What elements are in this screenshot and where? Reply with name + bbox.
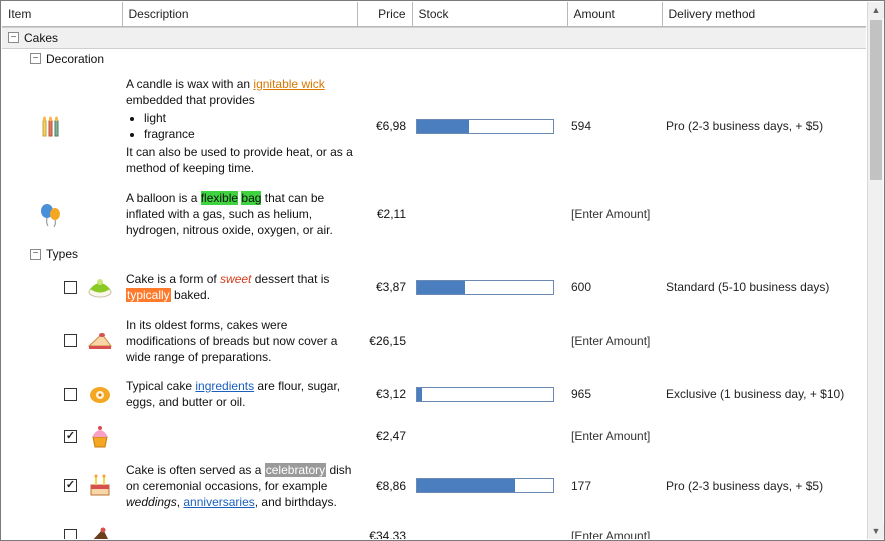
cell-item <box>2 109 122 143</box>
cell-amount[interactable]: 965 <box>567 385 662 403</box>
cell-description: A candle is wax with an ignitable wick e… <box>122 70 357 183</box>
cell-delivery[interactable] <box>662 212 866 216</box>
cell-description: In its oldest forms, cakes were modifica… <box>122 311 357 372</box>
cell-amount[interactable]: [Enter Amount] <box>567 527 662 539</box>
table-row: €34,33 [Enter Amount] <box>2 516 866 539</box>
cell-price: €2,47 <box>357 427 412 445</box>
cell-item <box>2 197 122 231</box>
cell-price: €3,12 <box>357 385 412 403</box>
cell-amount[interactable]: 177 <box>567 477 662 495</box>
table-row: Cake is a form of sweet dessert that is … <box>2 264 866 309</box>
table-row: In its oldest forms, cakes were modifica… <box>2 310 866 372</box>
cell-price: €34,33 <box>357 527 412 539</box>
cell-price: €2,11 <box>357 205 412 223</box>
scroll-up-icon[interactable]: ▲ <box>868 2 884 18</box>
grid-frame: Item Description Price Stock Amount Deli… <box>0 0 885 541</box>
table-row: €2,47 [Enter Amount] <box>2 417 866 455</box>
scroll-thumb[interactable] <box>870 20 882 180</box>
grid-body: − Cakes − Decoration A candle is wax <box>2 27 866 540</box>
link-ingredients[interactable]: ingredients <box>195 379 254 393</box>
cell-delivery[interactable]: Exclusive (1 business day, + $10) <box>662 385 866 403</box>
stock-bar <box>416 478 554 493</box>
cell-stock <box>412 278 567 297</box>
cell-amount[interactable]: [Enter Amount] <box>567 427 662 445</box>
expand-icon[interactable]: − <box>30 249 41 260</box>
cell-description: Cake is often served as a celebratory di… <box>122 456 357 517</box>
checkbox[interactable] <box>64 281 77 294</box>
cell-delivery[interactable]: Pro (2-3 business days, + $5) <box>662 117 866 135</box>
cupcake-icon <box>85 421 115 451</box>
group-row-decoration[interactable]: − Decoration <box>2 49 866 69</box>
column-header-item[interactable]: Item <box>2 2 122 26</box>
cell-description: Cake is a form of sweet dessert that is … <box>122 265 357 309</box>
highlight: flexible <box>201 191 238 205</box>
column-header-delivery[interactable]: Delivery method <box>662 2 866 26</box>
scroll-down-icon[interactable]: ▼ <box>868 523 884 539</box>
group-label: Types <box>46 247 78 261</box>
vertical-scrollbar[interactable]: ▲ ▼ <box>867 2 883 539</box>
list-item: light <box>144 110 353 126</box>
cell-price: €3,87 <box>357 278 412 296</box>
list-item: fragrance <box>144 126 353 142</box>
cell-price: €8,86 <box>357 477 412 495</box>
cell-description: A balloon is a flexible bag that can be … <box>122 184 357 245</box>
checkbox[interactable] <box>64 479 77 492</box>
expand-icon[interactable]: − <box>8 32 19 43</box>
group-label: Cakes <box>24 31 58 45</box>
choco-cake-icon <box>85 521 115 539</box>
table-row: Cake is often served as a celebratory di… <box>2 455 866 517</box>
stock-bar <box>416 119 554 134</box>
group-row-cakes[interactable]: − Cakes <box>2 27 866 49</box>
column-header-description[interactable]: Description <box>122 2 357 26</box>
column-header-stock[interactable]: Stock <box>412 2 567 26</box>
cell-price: €26,15 <box>357 332 412 350</box>
column-header-amount[interactable]: Amount <box>567 2 662 26</box>
cell-item <box>2 270 122 304</box>
table-row: A balloon is a flexible bag that can be … <box>2 183 866 245</box>
cell-amount[interactable]: [Enter Amount] <box>567 332 662 350</box>
grid-header: Item Description Price Stock Amount Deli… <box>2 2 866 27</box>
table-row: A candle is wax with an ignitable wick e… <box>2 69 866 183</box>
cell-stock <box>412 212 567 216</box>
stock-bar <box>416 280 554 295</box>
table-row: Typical cake ingredients are flour, suga… <box>2 371 866 416</box>
highlight: bag <box>241 191 261 205</box>
group-row-types[interactable]: − Types <box>2 244 866 264</box>
grid-viewport: Item Description Price Stock Amount Deli… <box>2 2 866 539</box>
link-anniversaries[interactable]: anniversaries <box>183 495 254 509</box>
cell-stock <box>412 117 567 136</box>
stock-fill <box>417 120 469 133</box>
cell-description: Typical cake ingredients are flour, suga… <box>122 372 357 416</box>
expand-icon[interactable]: − <box>30 53 41 64</box>
cake-slice-icon <box>85 326 115 356</box>
cell-delivery[interactable]: Standard (5-10 business days) <box>662 278 866 296</box>
cell-delivery[interactable]: Pro (2-3 business days, + $5) <box>662 477 866 495</box>
cell-amount[interactable]: [Enter Amount] <box>567 205 662 223</box>
cell-amount[interactable]: 600 <box>567 278 662 296</box>
birthday-cake-icon <box>85 471 115 501</box>
checkbox[interactable] <box>64 388 77 401</box>
cell-amount[interactable]: 594 <box>567 117 662 135</box>
stock-bar <box>416 387 554 402</box>
roll-cake-icon <box>85 379 115 409</box>
candle-icon <box>36 111 66 141</box>
cake-icon <box>85 272 115 302</box>
column-header-price[interactable]: Price <box>357 2 412 26</box>
link-ignitable-wick[interactable]: ignitable wick <box>253 77 324 91</box>
checkbox[interactable] <box>64 529 77 539</box>
balloon-icon <box>36 199 66 229</box>
checkbox[interactable] <box>64 430 77 443</box>
cell-price: €6,98 <box>357 117 412 135</box>
checkbox[interactable] <box>64 334 77 347</box>
group-label: Decoration <box>46 52 104 66</box>
